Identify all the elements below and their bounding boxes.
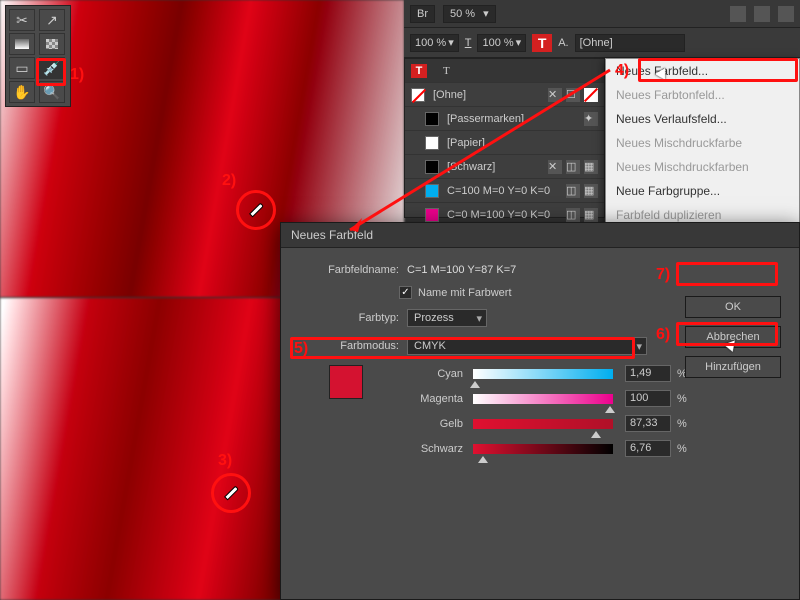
swatch-black[interactable]: [Schwarz] ✕ ◫ ▦ [405, 155, 604, 179]
none-chip [411, 88, 425, 102]
swatches-panel: T T [Ohne] ✕ ☐ [Passermarken] ✦ [Papier] [S… [404, 58, 605, 218]
cyan-label: Cyan [375, 368, 463, 380]
swatch-cyan[interactable]: C=100 M=0 Y=0 K=0 ◫ ▦ [405, 179, 604, 203]
cyan-chip [425, 184, 439, 198]
yellow-slider[interactable] [473, 419, 613, 429]
swatch-label: C=100 M=0 Y=0 K=0 [447, 185, 550, 197]
font-dropdown[interactable]: [Ohne] [575, 34, 685, 52]
menu-new-tint[interactable]: Neues Farbtonfeld... [606, 83, 799, 107]
colortype-label: Farbtyp: [299, 312, 399, 324]
name-checkbox[interactable]: ✓ [399, 286, 412, 299]
transform-tool[interactable]: ↗ [39, 9, 65, 31]
name-value: C=1 M=100 Y=87 K=7 [407, 264, 516, 276]
annotation-1: 1) [70, 66, 84, 84]
screen-icon[interactable] [754, 6, 770, 22]
swatch-flyout-menu: Neues Farbfeld... Neues Farbtonfeld... N… [605, 58, 800, 228]
magenta-slider[interactable] [473, 394, 613, 404]
color-preview-chip [329, 365, 363, 399]
annotation-2: 2) [222, 172, 236, 190]
character-control-bar: 100 % ▾ T 100 % ▾ T A. [Ohne] [404, 28, 800, 58]
type-icon [584, 88, 598, 102]
yellow-input[interactable]: 87,33 [625, 415, 671, 432]
type-icon: ▦ [584, 184, 598, 198]
view-icon[interactable] [730, 6, 746, 22]
annotation-7: 7) [656, 266, 670, 284]
scale1-dropdown[interactable]: 100 % ▾ [410, 34, 459, 52]
annotation-5: 5) [294, 340, 308, 358]
text-fill-swatch[interactable]: T [532, 34, 552, 52]
lock-icon[interactable]: ◫ [566, 160, 580, 174]
black-chip [425, 160, 439, 174]
text-fill-icon[interactable]: T [411, 64, 427, 78]
annotation-3: 3) [218, 452, 232, 470]
lock-icon[interactable]: ◫ [566, 184, 580, 198]
cyan-input[interactable]: 1,49 [625, 365, 671, 382]
swatch-label: [Schwarz] [447, 161, 495, 173]
menu-new-mixed1: Neues Mischdruckfarbe [606, 131, 799, 155]
magenta-label: Magenta [375, 393, 463, 405]
menu-new-gradient[interactable]: Neues Verlaufsfeld... [606, 107, 799, 131]
note-tool[interactable]: ▭ [9, 57, 35, 79]
type-icon: ▦ [584, 160, 598, 174]
scissors-tool[interactable]: ✂ [9, 9, 35, 31]
black-input[interactable]: 6,76 [625, 440, 671, 457]
ok-button[interactable]: OK [685, 296, 781, 318]
magenta-input[interactable]: 100 [625, 390, 671, 407]
menu-new-swatch[interactable]: Neues Farbfeld... [606, 59, 799, 83]
zoom-tool[interactable]: 🔍 [39, 81, 65, 103]
reg-icon: ✦ [584, 112, 598, 126]
black-label: Schwarz [375, 443, 463, 455]
yellow-label: Gelb [375, 418, 463, 430]
edit-icon[interactable]: ✕ [548, 160, 562, 174]
swatch-label: [Papier] [447, 137, 485, 149]
colormode-label: Farbmodus: [299, 340, 399, 352]
swatch-tool[interactable] [39, 33, 65, 55]
black-slider[interactable] [473, 444, 613, 454]
toolbox: ✂ ↗ ▭ 💉 ✋ 🔍 [5, 5, 71, 107]
name-label: Farbfeldname: [299, 264, 399, 276]
swatch-label: [Ohne] [433, 89, 466, 101]
gradient-tool[interactable] [9, 33, 35, 55]
lock-icon[interactable]: ◫ [566, 208, 580, 222]
dialog-title: Neues Farbfeld [281, 223, 799, 248]
name-chk-label: Name mit Farbwert [418, 287, 512, 299]
eyedropper-tool[interactable]: 💉 [39, 57, 65, 79]
swatch-registration[interactable]: [Passermarken] ✦ [405, 107, 604, 131]
menu-new-group[interactable]: Neue Farbgruppe... [606, 179, 799, 203]
eyedropper-cursor-1 [248, 202, 264, 218]
annotation-6: 6) [656, 326, 670, 344]
add-button[interactable]: Hinzufügen [685, 356, 781, 378]
swatch-paper[interactable]: [Papier] [405, 131, 604, 155]
zoom-dropdown[interactable]: 50 %▾ [443, 5, 496, 23]
swatch-label: [Passermarken] [447, 113, 524, 125]
paper-chip [425, 136, 439, 150]
zoom-value: 50 % [450, 8, 475, 20]
hand-tool[interactable]: ✋ [9, 81, 35, 103]
top-control-bar: Br 50 %▾ [404, 0, 800, 28]
new-swatch-dialog: Neues Farbfeld Farbfeldname: C=1 M=100 Y=… [280, 222, 800, 600]
text-scale-icon: T [465, 37, 472, 49]
magenta-chip [425, 208, 439, 222]
menu-new-mixed2: Neues Mischdruckfarben [606, 155, 799, 179]
swatch-label: C=0 M=100 Y=0 K=0 [447, 209, 550, 221]
text-icon[interactable]: T [443, 65, 450, 77]
swatch-none[interactable]: [Ohne] ✕ ☐ [405, 83, 604, 107]
type-icon: ▦ [584, 208, 598, 222]
colortype-combo[interactable]: Prozess [407, 309, 487, 327]
font-label: A. [558, 37, 568, 49]
bridge-button[interactable]: Br [410, 5, 435, 23]
cyan-slider[interactable] [473, 369, 613, 379]
lock-icon[interactable]: ☐ [566, 88, 580, 102]
arrange-icon[interactable] [778, 6, 794, 22]
scale2-dropdown[interactable]: 100 % ▾ [477, 34, 526, 52]
annotation-4: 4) [615, 62, 629, 80]
reg-chip [425, 112, 439, 126]
edit-icon[interactable]: ✕ [548, 88, 562, 102]
swatch-panel-header: T T [405, 59, 604, 83]
eyedropper-cursor-2 [223, 485, 239, 501]
colormode-combo[interactable]: CMYK [407, 337, 647, 355]
